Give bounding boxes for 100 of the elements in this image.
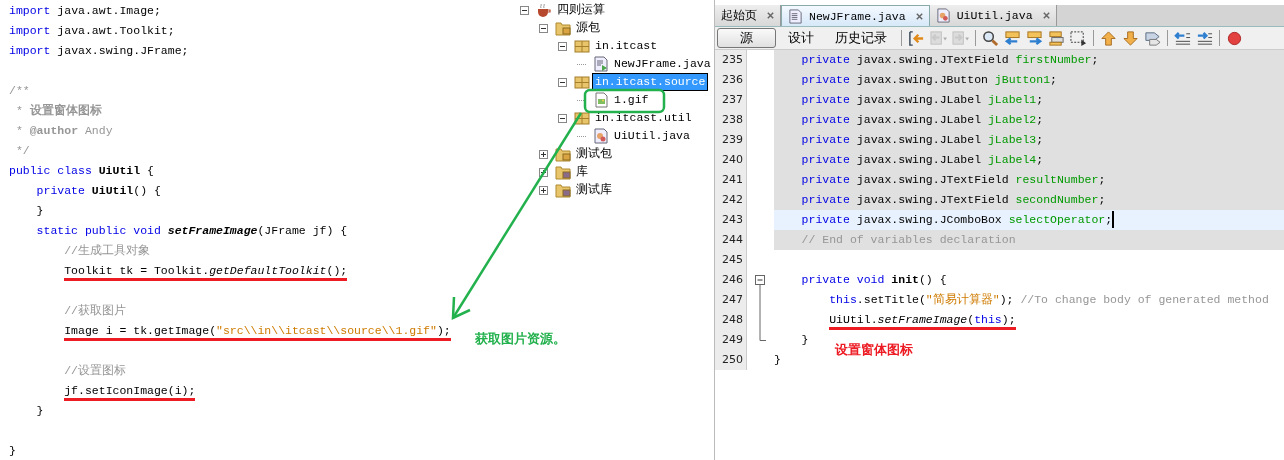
- package-icon: [574, 74, 590, 90]
- code-line: */: [15, 144, 30, 157]
- code-line: // End of variables declaration: [801, 233, 1016, 246]
- tree-item[interactable]: 测试库: [574, 182, 614, 198]
- code-line: //生成工具对象: [64, 244, 151, 257]
- code-line: private javax.swing.JTextField firstNumber;: [801, 53, 1099, 66]
- shift-right-icon[interactable]: [1195, 29, 1214, 47]
- line-number: 238: [715, 110, 747, 130]
- line-number: 235: [715, 50, 747, 70]
- code-line: }: [36, 204, 44, 217]
- record-icon[interactable]: [1225, 29, 1244, 47]
- annotation-text: 获取图片资源。: [475, 330, 566, 348]
- code-line: Image i = tk.getImage("src\\in\\itcast\\source\\1.gif");: [64, 324, 451, 341]
- jump-back-icon[interactable]: [907, 29, 926, 47]
- line-number: 246: [715, 270, 747, 290]
- line-number: 242: [715, 190, 747, 210]
- expander-icon[interactable]: [539, 23, 548, 33]
- up-arrow-icon[interactable]: [1099, 29, 1118, 47]
- view-button[interactable]: 设计: [779, 28, 823, 48]
- line-number: 245: [715, 250, 747, 270]
- image-file-icon: [593, 92, 609, 108]
- close-icon[interactable]: [914, 11, 924, 21]
- fold-end-line: [759, 330, 766, 341]
- package-folder-icon: [555, 146, 571, 162]
- form-file-icon: [593, 56, 609, 72]
- code-line: private UiUtil() {: [36, 184, 161, 197]
- find-next-icon[interactable]: [1025, 29, 1044, 47]
- line-number: 237: [715, 90, 747, 110]
- code-line: private void init() {: [801, 273, 947, 286]
- expander-icon[interactable]: [558, 113, 567, 123]
- editor-tab[interactable]: NewJFrame.java: [781, 5, 930, 26]
- view-button[interactable]: 历史记录: [826, 28, 896, 48]
- annotation-text: 设置窗体图标: [835, 341, 913, 359]
- close-icon[interactable]: [1041, 11, 1051, 20]
- search-icon[interactable]: [981, 29, 1000, 47]
- code-line: private javax.swing.JLabel jLabel1;: [801, 93, 1044, 106]
- code-line: //获取图片: [64, 304, 127, 317]
- code-line: import javax.swing.JFrame;: [9, 44, 189, 57]
- expander-icon[interactable]: [520, 5, 529, 15]
- code-line: static public void setFrameImage(JFrame jf) {: [36, 224, 348, 237]
- code-line: jf.setIconImage(i);: [64, 384, 196, 401]
- highlight-icon[interactable]: [1047, 29, 1066, 47]
- code-line: private javax.swing.JTextField resultNumber;: [801, 173, 1106, 186]
- coffee-cup-icon: [536, 2, 552, 18]
- code-line: * 设置窗体图标: [15, 104, 102, 117]
- code-line: public class UiUtil {: [9, 164, 154, 177]
- library-folder-icon: [555, 164, 571, 180]
- line-number: 241: [715, 170, 747, 190]
- line-number: 248: [715, 310, 747, 330]
- editor-tab[interactable]: 起始页: [715, 5, 781, 26]
- line-number: 247: [715, 290, 747, 310]
- selection-icon[interactable]: [1069, 29, 1088, 47]
- code-line: import java.awt.Image;: [9, 4, 161, 17]
- expander-icon[interactable]: [539, 185, 548, 195]
- code-line: this.setTitle("简易计算器"); //To change body of generated method: [829, 293, 1269, 306]
- line-number: 240: [715, 150, 747, 170]
- library-folder-icon: [555, 182, 571, 198]
- fold-toggle-icon[interactable]: [755, 275, 765, 290]
- tree-item[interactable]: in.itcast: [593, 38, 660, 54]
- code-line: private javax.swing.JButton jButton1;: [801, 73, 1057, 86]
- tree-item[interactable]: UiUtil.java: [612, 128, 692, 144]
- tree-item[interactable]: in.itcast.util: [593, 110, 694, 126]
- bookmark-icon[interactable]: [1143, 29, 1162, 47]
- expander-icon[interactable]: [558, 77, 567, 87]
- class-file-icon: [593, 128, 609, 144]
- tree-item[interactable]: 测试包: [574, 146, 614, 162]
- tree-item[interactable]: NewJFrame.java: [612, 56, 713, 72]
- expander-icon[interactable]: [539, 167, 548, 177]
- code-line: UiUtil.setFrameImage(this);: [829, 313, 1016, 330]
- view-button[interactable]: 源: [717, 28, 776, 48]
- close-icon[interactable]: [766, 11, 775, 20]
- text-caret: [1112, 211, 1115, 229]
- form-file-icon: [788, 8, 803, 24]
- code-line: /**: [9, 84, 30, 97]
- package-icon: [574, 110, 590, 126]
- code-line: }: [774, 353, 781, 366]
- line-number: 244: [715, 230, 747, 250]
- tree-item[interactable]: 库: [574, 164, 590, 180]
- code-line: }: [9, 444, 16, 457]
- find-previous-icon[interactable]: [1003, 29, 1022, 47]
- line-number: 239: [715, 130, 747, 150]
- line-number: 236: [715, 70, 747, 90]
- code-line: import java.awt.Toolkit;: [9, 24, 175, 37]
- tree-item[interactable]: 源包: [574, 20, 602, 36]
- tree-item[interactable]: 四则运算: [555, 2, 607, 18]
- tree-item[interactable]: 1.gif: [612, 92, 651, 108]
- expander-icon[interactable]: [539, 149, 548, 159]
- code-line: }: [36, 404, 44, 417]
- editor-tab[interactable]: UiUtil.java: [929, 5, 1057, 26]
- shift-left-icon[interactable]: [1173, 29, 1192, 47]
- package-folder-icon: [555, 20, 571, 36]
- line-number: 249: [715, 330, 747, 350]
- code-line: Toolkit tk = Toolkit.getDefaultToolkit();: [64, 264, 348, 281]
- code-line: private javax.swing.JLabel jLabel3;: [801, 133, 1044, 146]
- code-line: * @author Andy: [15, 124, 113, 137]
- expander-icon[interactable]: [558, 41, 567, 51]
- down-arrow-icon[interactable]: [1121, 29, 1140, 47]
- package-icon: [574, 38, 590, 54]
- line-number: 243: [715, 210, 747, 230]
- code-line: //设置图标: [64, 364, 127, 377]
